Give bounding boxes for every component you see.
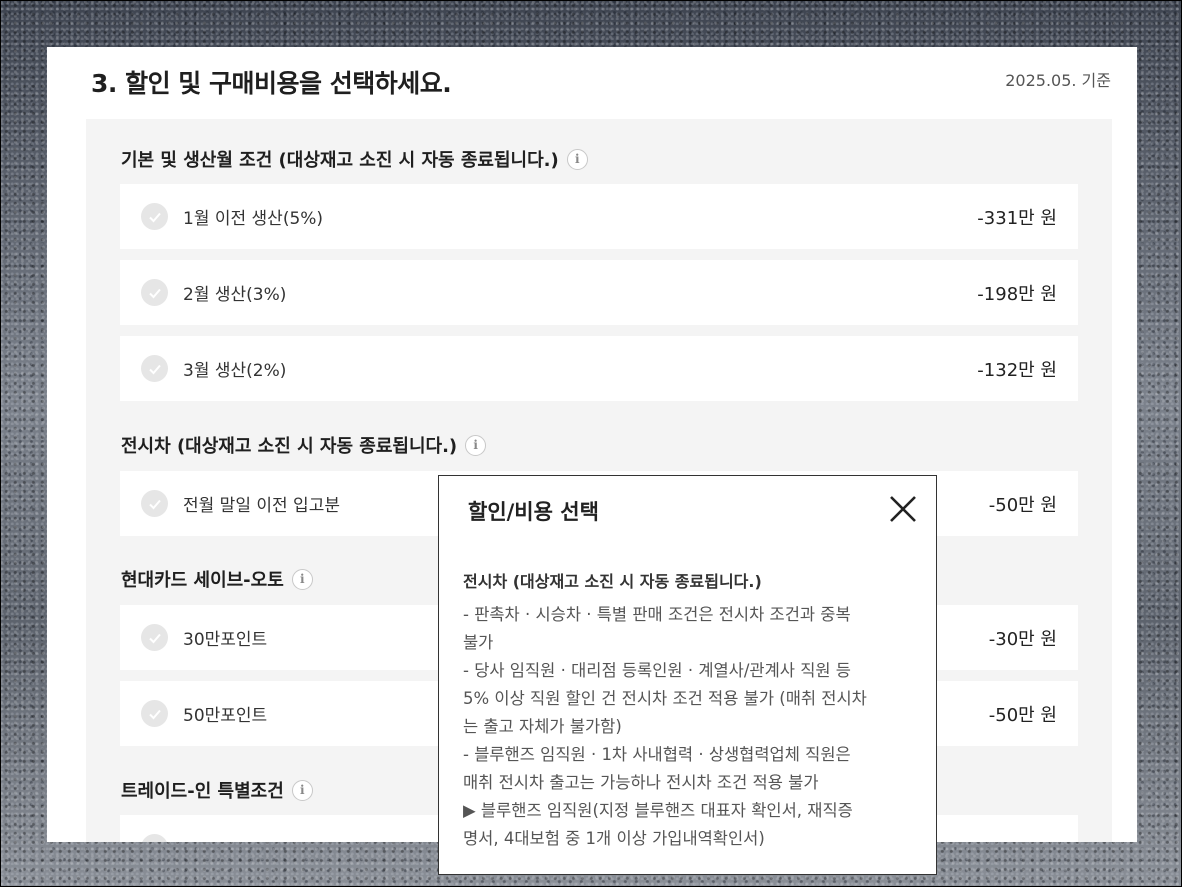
option-price: -50만 원 — [988, 494, 1057, 516]
check-icon[interactable] — [141, 490, 168, 517]
modal-line: - 블루핸즈 임직원 · 1차 사내협력 · 상생협력업체 직원은 — [463, 745, 851, 764]
option-jan-production[interactable]: 1월 이전 생산(5%) -331만 원 — [120, 184, 1078, 249]
modal-line: 명서, 4대보험 중 1개 이상 가입내역확인서) — [463, 829, 765, 848]
modal-subtitle: 전시차 (대상재고 소진 시 자동 종료됩니다.) — [463, 572, 762, 591]
check-icon[interactable] — [141, 700, 168, 727]
close-icon[interactable] — [886, 492, 920, 526]
option-price: -30만 원 — [988, 628, 1057, 650]
modal-line: 불가 — [463, 633, 494, 652]
section-title-display-car: 전시차 (대상재고 소진 시 자동 종료됩니다.) i — [121, 432, 487, 458]
check-icon[interactable] — [141, 355, 168, 382]
option-price: -50만 원 — [988, 704, 1057, 726]
reference-date: 2025.05. 기준 — [1005, 71, 1111, 90]
modal-line: 5% 이상 직원 할인 건 전시차 조건 적용 불가 (매취 전시차 — [463, 689, 867, 708]
section-title-trade-in: 트레이드-인 특별조건 i — [121, 777, 313, 803]
option-label: 3월 생산(2%) — [183, 361, 287, 381]
option-label: 2월 생산(3%) — [183, 285, 287, 305]
modal-line: 는 출고 자체가 불가함) — [463, 717, 622, 736]
check-icon[interactable] — [141, 279, 168, 306]
modal-line: - 당사 임직원 · 대리점 등록인원 · 계열사/관계사 직원 등 — [463, 661, 851, 680]
option-label: 1월 이전 생산(5%) — [183, 209, 324, 229]
option-feb-production[interactable]: 2월 생산(3%) -198만 원 — [120, 260, 1078, 325]
modal-line: 매취 전시차 출고는 가능하나 전시차 조건 적용 불가 — [463, 773, 819, 792]
section-title-label: 트레이드-인 특별조건 — [121, 781, 284, 802]
section-title-label: 기본 및 생산월 조건 (대상재고 소진 시 자동 종료됩니다.) — [121, 150, 559, 171]
discount-info-modal: 할인/비용 선택 전시차 (대상재고 소진 시 자동 종료됩니다.) - 판촉차… — [438, 475, 937, 875]
check-icon[interactable] — [141, 203, 168, 230]
section-title-hyundai-card: 현대카드 세이브-오토 i — [121, 566, 313, 592]
option-mar-production[interactable]: 3월 생산(2%) -132만 원 — [120, 336, 1078, 401]
section-title-basic: 기본 및 생산월 조건 (대상재고 소진 시 자동 종료됩니다.) i — [121, 146, 588, 172]
info-icon[interactable]: i — [465, 434, 487, 456]
modal-title: 할인/비용 선택 — [468, 500, 599, 524]
info-icon[interactable]: i — [291, 779, 313, 801]
section-title-label: 전시차 (대상재고 소진 시 자동 종료됩니다.) — [121, 436, 458, 457]
modal-line: ▶ 블루핸즈 임직원(지정 블루핸즈 대표자 확인서, 재직증 — [463, 801, 853, 820]
option-price: -132만 원 — [977, 359, 1057, 381]
page-title: 3. 할인 및 구매비용을 선택하세요. — [91, 69, 452, 98]
option-price: -198만 원 — [977, 283, 1057, 305]
modal-line: - 판촉차 · 시승차 · 특별 판매 조건은 전시차 조건과 중복 — [463, 605, 851, 624]
section-title-label: 현대카드 세이브-오토 — [121, 570, 284, 591]
option-price: -331만 원 — [977, 207, 1057, 229]
check-icon[interactable] — [141, 624, 168, 651]
info-icon[interactable]: i — [566, 148, 588, 170]
modal-description: - 판촉차 · 시승차 · 특별 판매 조건은 전시차 조건과 중복 불가 - … — [463, 601, 913, 853]
check-icon[interactable] — [141, 834, 168, 842]
info-icon[interactable]: i — [291, 568, 313, 590]
